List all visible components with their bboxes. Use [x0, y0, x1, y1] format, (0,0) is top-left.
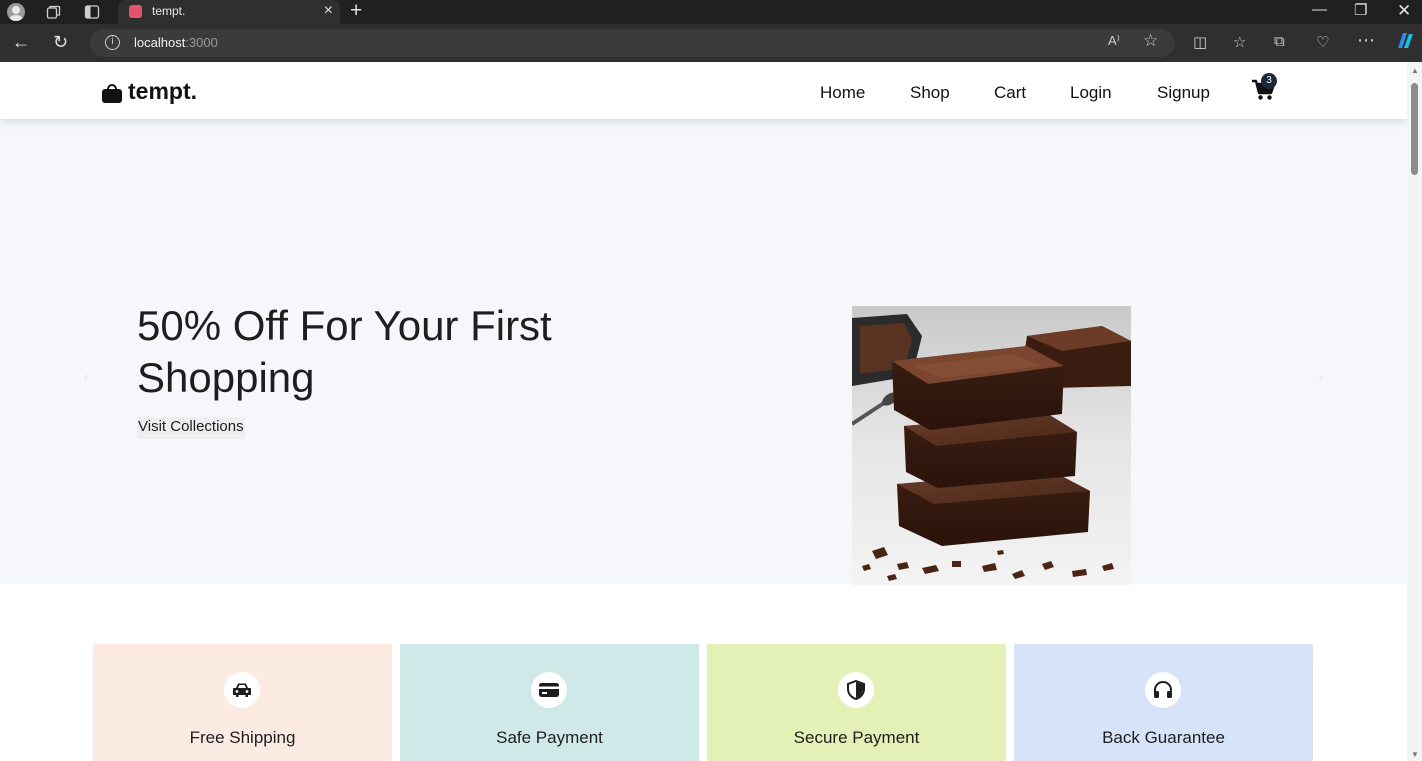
browser-essentials-icon[interactable]: ♡: [1316, 33, 1329, 51]
site-info-icon[interactable]: i: [105, 35, 120, 50]
scroll-down-icon[interactable]: ▼: [1411, 750, 1419, 759]
feature-card-safe-payment: Safe Payment: [400, 644, 699, 761]
workspaces-icon[interactable]: [44, 2, 64, 22]
feature-card-back-guarantee: Back Guarantee: [1014, 644, 1313, 761]
url-text: localhost:3000: [134, 35, 218, 50]
carousel-next-icon[interactable]: ›: [1311, 368, 1331, 388]
hero-carousel: ‹ › 50% Off For Your First Shopping Visi…: [0, 119, 1407, 585]
nav-login[interactable]: Login: [1070, 83, 1112, 103]
feature-card-secure-payment: Secure Payment: [707, 644, 1006, 761]
split-screen-icon[interactable]: ◫: [1193, 33, 1207, 51]
web-page: tempt. Home Shop Cart Login Signup 3 ‹ ›…: [0, 62, 1407, 761]
address-bar[interactable]: i localhost:3000 A⁾ ☆: [90, 29, 1175, 57]
more-options-icon[interactable]: ⋯: [1357, 30, 1375, 51]
headphones-icon: [1145, 672, 1181, 708]
feature-label: Safe Payment: [496, 728, 603, 747]
site-header: tempt. Home Shop Cart Login Signup 3: [0, 62, 1407, 119]
collections-icon[interactable]: ⧉: [1274, 33, 1285, 50]
nav-cart[interactable]: Cart: [994, 83, 1026, 103]
read-aloud-icon[interactable]: A⁾: [1108, 33, 1120, 49]
window-close-icon[interactable]: ✕: [1397, 1, 1411, 21]
shopping-bag-icon: [102, 83, 122, 103]
page-scrollbar[interactable]: ▲ ▼: [1407, 62, 1422, 761]
back-icon[interactable]: ←: [12, 32, 30, 53]
car-icon: [224, 672, 260, 708]
visit-collections-button[interactable]: Visit Collections: [137, 417, 245, 439]
feature-label: Back Guarantee: [1102, 728, 1225, 747]
nav-shop[interactable]: Shop: [910, 83, 950, 103]
feature-label: Secure Payment: [793, 728, 920, 747]
profile-icon[interactable]: [6, 2, 26, 22]
restore-icon[interactable]: ❐: [1354, 1, 1367, 19]
nav-home[interactable]: Home: [820, 83, 865, 103]
credit-card-icon: [531, 672, 567, 708]
browser-tab-bar: tempt. × + — ❐ ✕: [0, 0, 1422, 24]
copilot-icon[interactable]: [1394, 30, 1416, 56]
scroll-up-icon[interactable]: ▲: [1411, 66, 1419, 75]
logo-text: tempt.: [128, 78, 197, 104]
site-logo[interactable]: tempt.: [102, 78, 197, 105]
hero-brownie-image: [852, 306, 1131, 585]
favorites-icon[interactable]: ☆: [1233, 33, 1246, 51]
tab-title: tempt.: [152, 4, 186, 18]
hero-title: 50% Off For Your First Shopping: [137, 302, 552, 401]
cart-count-badge: 3: [1261, 73, 1277, 89]
browser-tab[interactable]: tempt. ×: [118, 0, 340, 24]
nav-signup[interactable]: Signup: [1157, 83, 1210, 103]
carousel-prev-icon[interactable]: ‹: [76, 368, 96, 388]
vertical-tabs-icon[interactable]: [82, 2, 102, 22]
shield-icon: [838, 672, 874, 708]
feature-card-free-shipping: Free Shipping: [93, 644, 392, 761]
scroll-thumb[interactable]: [1411, 83, 1418, 175]
feature-label: Free Shipping: [189, 728, 296, 747]
favicon: [129, 5, 142, 18]
address-bar-row: ← ↻ i localhost:3000 A⁾ ☆ ◫ ☆ ⧉ ♡ ⋯: [0, 24, 1422, 62]
new-tab-icon[interactable]: +: [350, 0, 362, 23]
favorite-star-icon[interactable]: ☆: [1143, 31, 1158, 51]
close-tab-icon[interactable]: ×: [324, 2, 333, 20]
minimize-icon[interactable]: —: [1312, 1, 1327, 18]
refresh-icon[interactable]: ↻: [53, 32, 68, 53]
